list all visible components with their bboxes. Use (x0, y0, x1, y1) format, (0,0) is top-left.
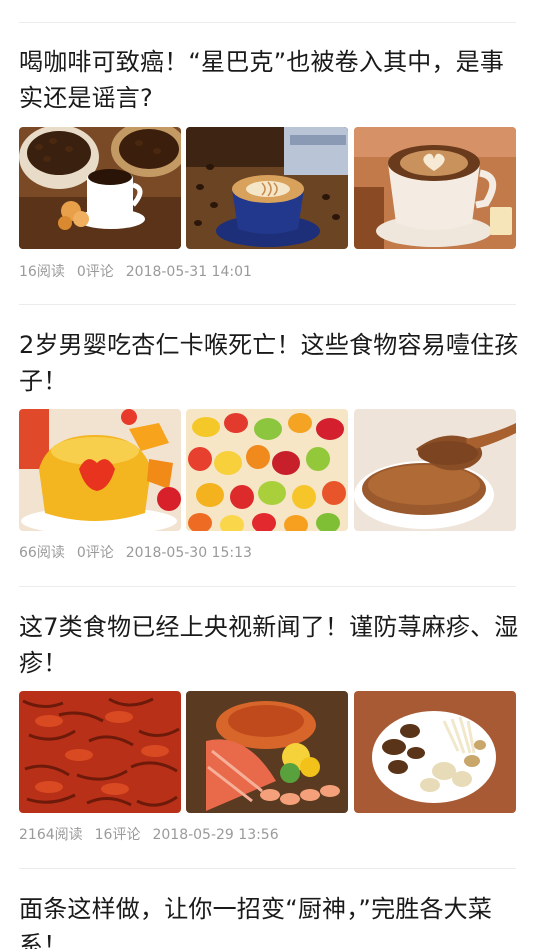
article-thumbnails[interactable] (19, 691, 516, 813)
article-title[interactable]: 这7类食物已经上央视新闻了！谨防荨麻疹、湿疹！ (19, 609, 519, 681)
article-meta: 66阅读 0评论 2018-05-30 15:13 (19, 544, 252, 562)
mushroom-plate-photo[interactable] (354, 691, 516, 813)
article-thumbnails[interactable] (19, 127, 516, 249)
gummy-candies-photo[interactable] (186, 409, 348, 531)
article-thumbnails[interactable] (19, 409, 516, 531)
comment-count: 0评论 (76, 545, 114, 561)
divider (19, 868, 516, 869)
read-count: 16阅读 (19, 264, 65, 280)
article-title[interactable]: 面条这样做，让你一招变“厨神，”完胜各大菜系！ (19, 891, 519, 949)
heart-cappuccino-photo[interactable] (354, 127, 516, 249)
article-meta: 2164阅读 16评论 2018-05-29 13:56 (19, 826, 279, 844)
divider (19, 586, 516, 587)
divider (19, 304, 516, 305)
article-title[interactable]: 2岁男婴吃杏仁卡喉死亡！这些食物容易噎住孩子！ (19, 327, 519, 399)
divider (19, 22, 516, 23)
publish-date: 2018-05-29 13:56 (152, 827, 279, 843)
crayfish-pile-photo[interactable] (19, 691, 181, 813)
article-title[interactable]: 喝咖啡可致癌！“星巴克”也被卷入其中，是事实还是谣言? (19, 44, 519, 116)
latte-art-blue-cup-photo[interactable] (186, 127, 348, 249)
publish-date: 2018-05-30 15:13 (125, 545, 252, 561)
comment-count: 16评论 (94, 827, 141, 843)
read-count: 2164阅读 (19, 827, 83, 843)
seafood-platter-photo[interactable] (186, 691, 348, 813)
jelly-dessert-photo[interactable] (19, 409, 181, 531)
coffee-beans-cup-photo[interactable] (19, 127, 181, 249)
read-count: 66阅读 (19, 545, 65, 561)
comment-count: 0评论 (76, 264, 114, 280)
article-meta: 16阅读 0评论 2018-05-31 14:01 (19, 263, 252, 281)
publish-date: 2018-05-31 14:01 (125, 264, 252, 280)
chocolate-spoon-photo[interactable] (354, 409, 516, 531)
article-feed: 喝咖啡可致癌！“星巴克”也被卷入其中，是事实还是谣言? 16阅读 0评论 201… (0, 0, 534, 949)
